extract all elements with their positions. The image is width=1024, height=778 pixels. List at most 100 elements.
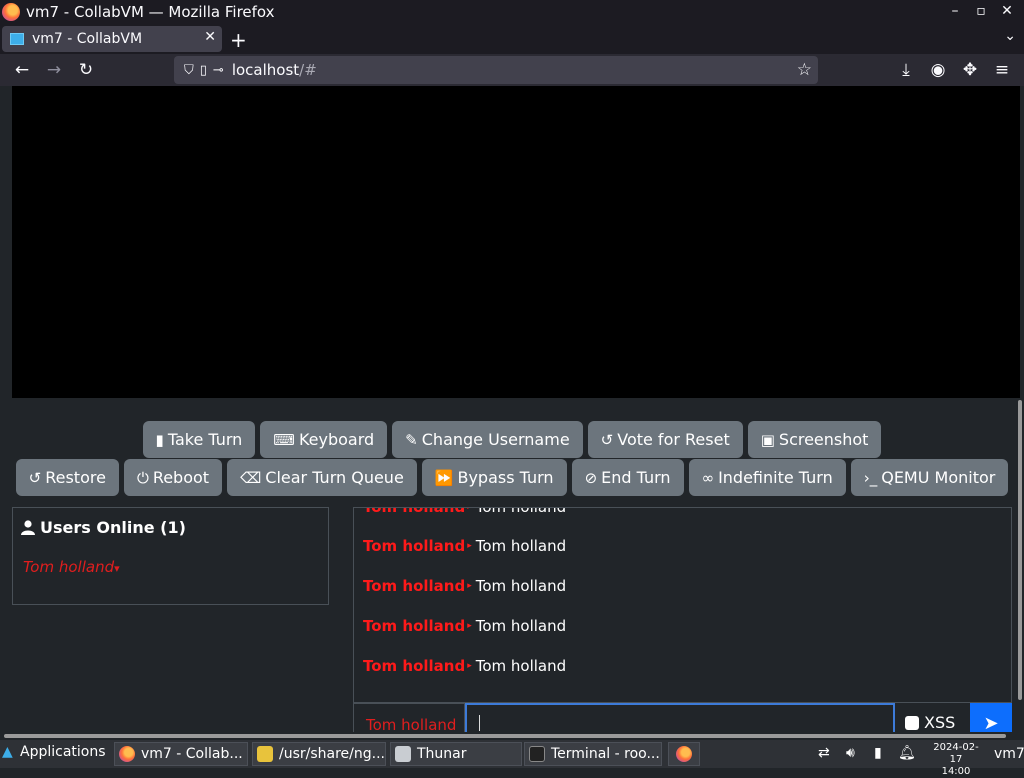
reset-icon: ↺	[600, 430, 614, 449]
user-list-item[interactable]: Tom holland▾	[23, 558, 120, 576]
restore-button[interactable]: ↺ Restore	[15, 459, 119, 496]
chat-username[interactable]: Tom holland	[363, 657, 465, 675]
chat-message: Tom holland ▸ Tom holland	[363, 508, 566, 516]
screenshot-label: Screenshot	[778, 430, 869, 449]
change-username-label: Change Username	[421, 430, 570, 449]
notification-bell-icon[interactable]: 🔔︎	[898, 745, 916, 761]
horizontal-scrollbar[interactable]	[0, 732, 1024, 740]
restore-label: Restore	[45, 468, 106, 487]
chat-username[interactable]: Tom holland	[363, 577, 465, 595]
tab-close-icon[interactable]: ✕	[204, 29, 216, 45]
restore-icon: ↺	[28, 468, 42, 487]
qemu-monitor-label: QEMU Monitor	[881, 468, 996, 487]
fast-forward-icon: ⏩	[434, 468, 454, 487]
browser-tab[interactable]: vm7 - CollabVM ✕	[2, 26, 222, 52]
terminal-icon: ›_	[863, 468, 878, 487]
chat-message: Tom holland ▸ Tom holland	[363, 657, 566, 675]
chat-message: Tom holland ▸ Tom holland	[363, 537, 566, 555]
page-icon[interactable]: ▯	[200, 63, 207, 78]
take-turn-button[interactable]: ▮ Take Turn	[142, 421, 256, 458]
forward-button[interactable]: →	[42, 58, 66, 82]
volume-icon[interactable]: 🔊︎	[846, 745, 855, 761]
clock[interactable]: 2024-02-17 14:00	[928, 742, 984, 778]
account-icon[interactable]: ◉	[926, 58, 950, 82]
user-name: Tom holland	[23, 558, 115, 576]
send-icon: ➤	[983, 712, 999, 733]
qemu-monitor-button[interactable]: ›_ QEMU Monitor	[850, 459, 1009, 496]
bypass-turn-button[interactable]: ⏩ Bypass Turn	[421, 459, 567, 496]
taskbar-launcher-firefox[interactable]	[668, 742, 700, 766]
network-icon[interactable]: ⇄	[818, 745, 830, 761]
reload-button[interactable]: ↻	[74, 58, 98, 82]
clock-date: 2024-02-17	[933, 742, 979, 765]
change-username-button[interactable]: ✎ Change Username	[392, 421, 583, 458]
chat-message: Tom holland ▸ Tom holland	[363, 577, 566, 595]
end-turn-button[interactable]: ⊘ End Turn	[571, 459, 684, 496]
caret-right-icon: ▸	[467, 661, 472, 671]
maximize-button[interactable]: ▫	[972, 2, 990, 20]
chat-input-row: Tom holland XSS ➤	[353, 703, 1012, 732]
chat-text: Tom holland	[475, 657, 567, 675]
eraser-icon: ⌫	[240, 468, 262, 487]
screenshot-button[interactable]: ▣ Screenshot	[747, 421, 882, 458]
chat-username[interactable]: Tom holland	[363, 617, 465, 635]
shield-icon[interactable]: ⛉	[184, 63, 194, 78]
camera-icon: ▣	[760, 430, 775, 449]
battery-icon[interactable]: ▮	[874, 745, 882, 761]
taskbar-item-label: /usr/share/ng...	[279, 746, 385, 762]
chat-text: Tom holland	[475, 577, 567, 595]
chat-text: Tom holland	[475, 537, 567, 555]
navigation-bar: ← → ↻ ⛉ ▯ ⊸ localhost/# ☆ ⤓ ◉ ✥ ≡	[0, 54, 1024, 86]
back-button[interactable]: ←	[10, 58, 34, 82]
bookmark-star-icon[interactable]: ☆	[797, 60, 812, 80]
caret-right-icon: ▸	[467, 541, 472, 551]
taskbar-item-editor[interactable]: /usr/share/ng...	[252, 742, 386, 766]
xss-checkbox[interactable]: XSS	[905, 713, 955, 732]
vm-display[interactable]	[12, 86, 1020, 398]
new-tab-button[interactable]: +	[230, 28, 247, 52]
vm-hostname: vm7	[994, 746, 1024, 762]
reboot-button[interactable]: ⏻ Reboot	[123, 459, 223, 496]
taskbar-item-terminal[interactable]: Terminal - roo...	[524, 742, 662, 766]
indefinite-turn-button[interactable]: ∞ Indefinite Turn	[688, 459, 846, 496]
chat-panel: Tom holland ▸ Tom holland Tom holland ▸ Tom …	[353, 507, 1012, 703]
url-host: localhost	[231, 61, 300, 79]
firefox-launcher-icon	[676, 746, 692, 762]
take-turn-label: Take Turn	[167, 430, 243, 449]
scrollbar-thumb[interactable]	[4, 734, 1006, 738]
chat-username[interactable]: Tom holland	[363, 508, 465, 516]
tab-list-button[interactable]: ⌄	[1004, 28, 1016, 44]
bypass-turn-label: Bypass Turn	[457, 468, 554, 487]
page-viewport: ▮ Take Turn ⌨ Keyboard ✎ Change Username ↺ V…	[0, 86, 1024, 732]
clear-turn-queue-button[interactable]: ⌫ Clear Turn Queue	[227, 459, 417, 496]
extensions-icon[interactable]: ✥	[958, 58, 982, 82]
user-edit-icon: ✎	[405, 430, 418, 449]
chat-username[interactable]: Tom holland	[363, 537, 465, 555]
chat-message-input[interactable]	[465, 703, 895, 732]
taskbar-item-firefox[interactable]: vm7 - Collab...	[114, 742, 248, 766]
keyboard-label: Keyboard	[298, 430, 375, 449]
desktop-taskbar: ▲ Applications vm7 - Collab... /usr/shar…	[0, 740, 1024, 777]
checkbox-box[interactable]	[905, 715, 919, 730]
send-button[interactable]: ➤	[970, 703, 1012, 732]
keyboard-button[interactable]: ⌨ Keyboard	[260, 421, 388, 458]
terminal-icon	[529, 746, 545, 762]
url-bar[interactable]: ⛉ ▯ ⊸ localhost/# ☆	[174, 56, 818, 84]
applications-menu[interactable]: ▲ Applications	[2, 744, 106, 760]
close-window-button[interactable]: ✕	[998, 2, 1016, 20]
infinity-icon: ∞	[701, 468, 715, 487]
ban-icon: ⊘	[584, 468, 598, 487]
users-online-title: Users Online (1)	[40, 518, 186, 537]
key-icon[interactable]: ⊸	[213, 63, 224, 78]
taskbar-item-label: Thunar	[417, 746, 467, 762]
menu-icon[interactable]: ≡	[990, 58, 1014, 82]
text-caret	[479, 715, 480, 731]
users-online-panel: Users Online (1) Tom holland▾	[12, 507, 329, 605]
taskbar-item-thunar[interactable]: Thunar	[390, 742, 522, 766]
minimize-button[interactable]: –	[946, 2, 964, 20]
downloads-icon[interactable]: ⤓	[894, 58, 918, 82]
caret-right-icon: ▸	[467, 581, 472, 591]
user-icon	[21, 520, 35, 535]
vote-reset-button[interactable]: ↺ Vote for Reset	[587, 421, 743, 458]
vm-controls-row-1: ▮ Take Turn ⌨ Keyboard ✎ Change Username ↺ V…	[0, 421, 1024, 458]
